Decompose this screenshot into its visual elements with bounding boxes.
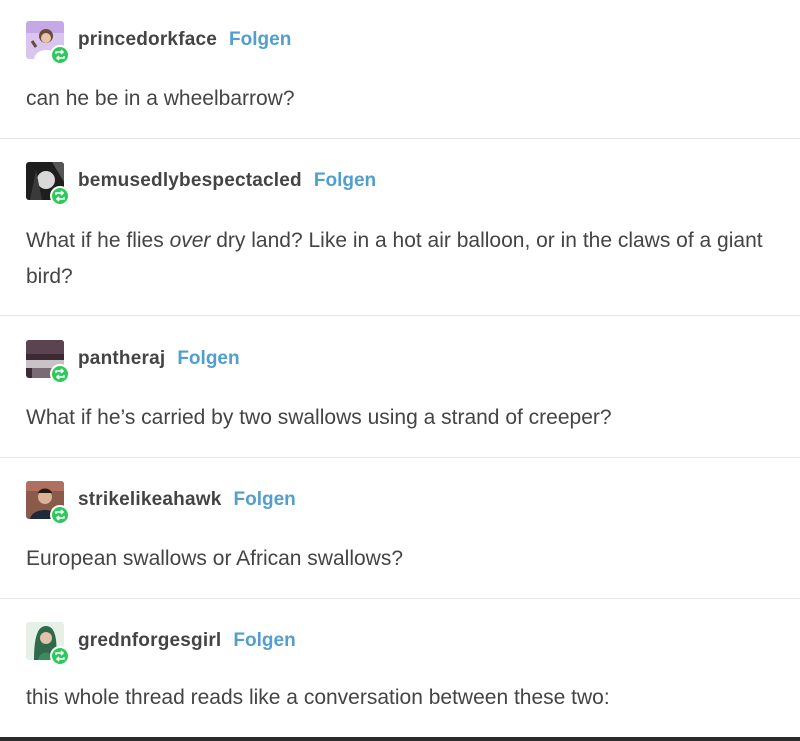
avatar[interactable] <box>26 340 70 384</box>
username[interactable]: bemusedlybespectacled <box>78 170 302 192</box>
post-text: What if he’s carried by two swallows usi… <box>26 406 612 429</box>
follow-button[interactable]: Folgen <box>233 630 295 652</box>
avatar[interactable] <box>26 162 70 206</box>
follow-button[interactable]: Folgen <box>229 29 291 51</box>
post-1: princedorkface Folgen can he be in a whe… <box>0 0 800 139</box>
reblog-icon <box>50 45 70 65</box>
post-header: strikelikeahawk Folgen <box>26 480 296 525</box>
post-4: strikelikeahawk Folgen European swallows… <box>0 458 800 599</box>
post-text: can he be in a wheelbarrow? <box>26 87 295 110</box>
username[interactable]: grednforgesgirl <box>78 630 221 652</box>
post-header: princedorkface Folgen <box>26 20 291 65</box>
post-header: pantheraj Folgen <box>26 339 240 384</box>
post-3: pantheraj Folgen What if he’s carried by… <box>0 316 800 458</box>
follow-button[interactable]: Folgen <box>233 489 295 511</box>
username[interactable]: strikelikeahawk <box>78 489 221 511</box>
emphasis-text: over <box>169 229 211 252</box>
avatar[interactable] <box>26 622 70 666</box>
reblog-icon <box>50 364 70 384</box>
post-2: bemusedlybespectacled Folgen What if he … <box>0 139 800 316</box>
follow-button[interactable]: Folgen <box>177 348 239 370</box>
username[interactable]: pantheraj <box>78 348 165 370</box>
avatar[interactable] <box>26 21 70 65</box>
post-text: European swallows or African swallows? <box>26 547 404 570</box>
reblog-icon <box>50 646 70 666</box>
reblog-icon <box>50 505 70 525</box>
post-header: bemusedlybespectacled Folgen <box>26 161 376 206</box>
text-segment: What if he flies <box>26 229 170 252</box>
post-text: What if he flies over dry land? Like in … <box>26 223 776 295</box>
post-header: grednforgesgirl Folgen <box>26 621 296 666</box>
post-5: grednforgesgirl Folgen this whole thread… <box>0 599 800 737</box>
post-text: this whole thread reads like a conversat… <box>26 686 610 709</box>
follow-button[interactable]: Folgen <box>314 170 376 192</box>
reblog-icon <box>50 186 70 206</box>
avatar[interactable] <box>26 481 70 525</box>
username[interactable]: princedorkface <box>78 29 217 51</box>
image-edge-strip <box>0 737 800 741</box>
